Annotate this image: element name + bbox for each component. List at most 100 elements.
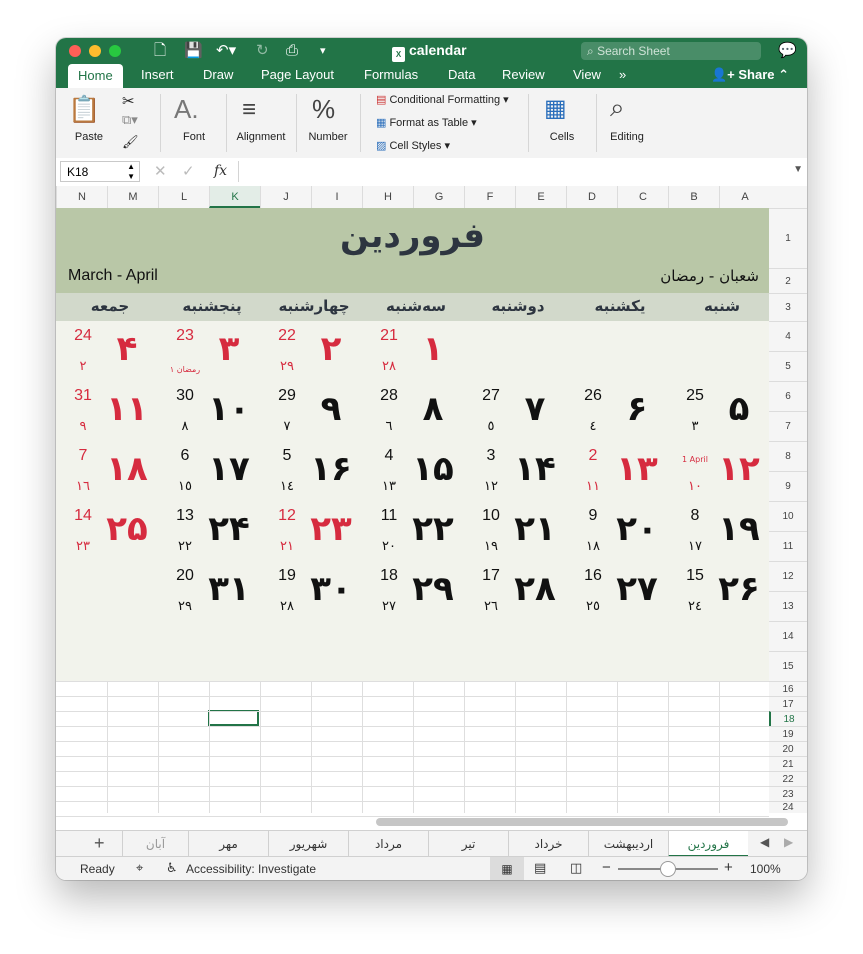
row-header-2[interactable]: 2 bbox=[769, 268, 807, 293]
sheet-tab[interactable]: شهریور bbox=[268, 831, 348, 857]
calendar-day-cell[interactable]: ۲۱ 10 ۱۹ bbox=[467, 507, 569, 567]
sheet-tab[interactable]: آبان bbox=[122, 831, 188, 857]
share-button[interactable]: 👤+ Share ⌃ bbox=[711, 67, 789, 83]
expand-formula-bar-icon[interactable]: ▼ bbox=[793, 164, 803, 175]
row-header-15[interactable]: 15 bbox=[769, 651, 807, 681]
row-header-6[interactable]: 6 bbox=[769, 381, 807, 411]
formula-input[interactable] bbox=[238, 161, 779, 182]
calendar-day-cell[interactable]: ۱۰ 30 ۸ bbox=[161, 387, 263, 447]
scroll-tabs-right-icon[interactable]: ▶ bbox=[784, 835, 793, 849]
print-icon[interactable]: ⎙ bbox=[286, 43, 298, 59]
add-sheet-button[interactable]: + bbox=[94, 833, 105, 854]
calendar-day-cell[interactable]: ۳۰ 19 ۲۸ bbox=[263, 567, 365, 627]
row-header-12[interactable]: 12 bbox=[769, 561, 807, 591]
cells-icon[interactable]: ▦ bbox=[544, 94, 567, 123]
column-header-c[interactable]: C bbox=[617, 186, 668, 208]
tab-view[interactable]: View bbox=[573, 67, 601, 82]
calendar-day-cell[interactable]: ۲۷ 16 ۲٥ bbox=[569, 567, 671, 627]
zoom-slider-thumb[interactable] bbox=[660, 861, 676, 877]
sheet-tab[interactable]: تیر bbox=[428, 831, 508, 857]
row-header-17[interactable]: 17 bbox=[769, 696, 807, 711]
row-header-22[interactable]: 22 bbox=[769, 771, 807, 786]
sheet-tab[interactable]: فروردین bbox=[668, 831, 748, 857]
calendar-day-cell[interactable]: ۱۳ 2 ۱۱ bbox=[569, 447, 671, 507]
calendar-day-cell[interactable]: ۹ 29 ۷ bbox=[263, 387, 365, 447]
row-header-13[interactable]: 13 bbox=[769, 591, 807, 621]
sheet-tab[interactable]: مهر bbox=[188, 831, 268, 857]
column-header-h[interactable]: H bbox=[362, 186, 413, 208]
calendar-day-cell[interactable]: ۲۹ 18 ۲۷ bbox=[365, 567, 467, 627]
calendar-day-cell[interactable]: ۳ 23 ۱ رمضان bbox=[161, 327, 263, 387]
name-box[interactable]: K18 ▲ ▼ bbox=[60, 161, 140, 182]
save-icon[interactable]: 💾 bbox=[184, 43, 203, 59]
paste-button[interactable]: 📋 bbox=[68, 94, 110, 128]
column-header-d[interactable]: D bbox=[566, 186, 617, 208]
calendar-day-cell[interactable]: ۲۶ 15 ۲٤ bbox=[671, 567, 773, 627]
row-header-5[interactable]: 5 bbox=[769, 351, 807, 381]
format-painter-icon[interactable]: 🖌 bbox=[122, 134, 139, 150]
row-header-14[interactable]: 14 bbox=[769, 621, 807, 651]
undo-icon[interactable]: ↶▾ bbox=[216, 43, 236, 59]
row-header-1[interactable]: 1 bbox=[769, 208, 807, 268]
row-header-21[interactable]: 21 bbox=[769, 756, 807, 771]
page-layout-view-icon[interactable]: ▤ bbox=[534, 860, 546, 876]
number-icon[interactable]: % bbox=[312, 94, 335, 125]
row-header-9[interactable]: 9 bbox=[769, 471, 807, 501]
sheet-tab[interactable]: خرداد bbox=[508, 831, 588, 857]
column-header-f[interactable]: F bbox=[464, 186, 515, 208]
column-header-a[interactable]: A bbox=[719, 186, 770, 208]
tab-home[interactable]: Home bbox=[68, 64, 123, 88]
column-header-b[interactable]: B bbox=[668, 186, 719, 208]
row-header-18[interactable]: 18 bbox=[769, 711, 807, 726]
cell-styles-button[interactable]: ▨ Cell Styles ▾ bbox=[376, 139, 450, 152]
column-header-j[interactable]: J bbox=[260, 186, 311, 208]
calendar-day-cell[interactable]: ۲۴ 13 ۲۲ bbox=[161, 507, 263, 567]
select-all-corner[interactable] bbox=[769, 186, 807, 209]
tab-draw[interactable]: Draw bbox=[203, 67, 233, 82]
cancel-formula-icon[interactable]: ✕ bbox=[154, 162, 167, 180]
collaborate-icon[interactable]: 💬 bbox=[778, 43, 797, 59]
conditional-formatting-button[interactable]: ▤ Conditional Formatting ▾ bbox=[376, 93, 509, 106]
row-header-20[interactable]: 20 bbox=[769, 741, 807, 756]
format-as-table-button[interactable]: ▦ Format as Table ▾ bbox=[376, 116, 477, 129]
column-header-n[interactable]: N bbox=[56, 186, 107, 208]
calendar-day-cell[interactable]: ۳۱ 20 ۲۹ bbox=[161, 567, 263, 627]
row-header-24[interactable]: 24 bbox=[769, 801, 807, 813]
calendar-day-cell[interactable]: ۲۳ 12 ۲۱ bbox=[263, 507, 365, 567]
calendar-day-cell[interactable]: ۸ 28 ٦ bbox=[365, 387, 467, 447]
editing-icon[interactable]: ⌕ bbox=[610, 92, 625, 124]
calendar-day-cell[interactable]: ۲ 22 ۲۹ bbox=[263, 327, 365, 387]
search-sheet-input[interactable]: ⌕ Search Sheet bbox=[581, 42, 761, 60]
zoom-level[interactable]: 100% bbox=[750, 862, 781, 876]
insert-function-icon[interactable]: fx bbox=[214, 163, 227, 179]
tab-formulas[interactable]: Formulas bbox=[364, 67, 418, 82]
sheet-tab[interactable]: اردیبهشت bbox=[588, 831, 668, 857]
row-header-10[interactable]: 10 bbox=[769, 501, 807, 531]
calendar-day-cell[interactable]: ۱۱ 31 ۹ bbox=[59, 387, 161, 447]
calendar-day-cell[interactable]: ۲۲ 11 ۲۰ bbox=[365, 507, 467, 567]
calendar-day-cell[interactable]: ۱۴ 3 ۱۲ bbox=[467, 447, 569, 507]
calendar-day-cell[interactable]: ۱۷ 6 ۱٥ bbox=[161, 447, 263, 507]
row-header-16[interactable]: 16 bbox=[769, 681, 807, 696]
minimize-window-button[interactable] bbox=[89, 45, 101, 57]
enter-formula-icon[interactable]: ✓ bbox=[182, 162, 195, 180]
tab-data[interactable]: Data bbox=[448, 67, 475, 82]
tab-page-layout[interactable]: Page Layout bbox=[261, 67, 334, 82]
tab-review[interactable]: Review bbox=[502, 67, 545, 82]
accessibility-status[interactable]: Accessibility: Investigate bbox=[186, 862, 316, 876]
calendar-day-cell[interactable]: ۱۸ 7 ۱٦ bbox=[59, 447, 161, 507]
calendar-day-cell[interactable]: ۷ 27 ٥ bbox=[467, 387, 569, 447]
calendar-day-cell[interactable]: ۲۸ 17 ۲٦ bbox=[467, 567, 569, 627]
page-break-view-icon[interactable]: ◫ bbox=[570, 860, 582, 876]
calendar-day-cell[interactable]: ۱ 21 ۲۸ bbox=[365, 327, 467, 387]
row-header-23[interactable]: 23 bbox=[769, 786, 807, 801]
alignment-icon[interactable]: ≡ bbox=[242, 96, 256, 124]
column-header-g[interactable]: G bbox=[413, 186, 464, 208]
more-tabs-icon[interactable]: » bbox=[619, 67, 626, 82]
row-header-11[interactable]: 11 bbox=[769, 531, 807, 561]
accessibility-icon[interactable]: ♿ bbox=[166, 860, 178, 876]
horizontal-scrollbar[interactable] bbox=[376, 818, 788, 826]
row-header-8[interactable]: 8 bbox=[769, 441, 807, 471]
calendar-day-cell[interactable]: ۴ 24 ۲ bbox=[59, 327, 161, 387]
scroll-tabs-left-icon[interactable]: ◀ bbox=[760, 835, 769, 849]
